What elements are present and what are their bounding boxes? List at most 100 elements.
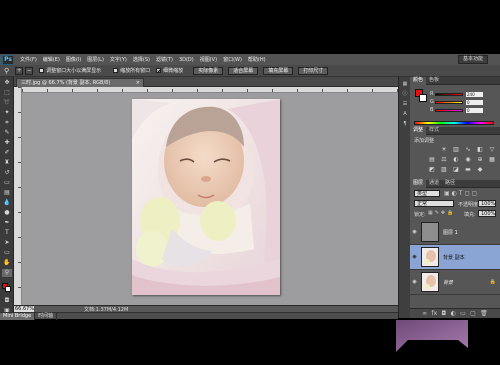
eye-icon[interactable]: ◉ xyxy=(410,254,419,260)
dodge-tool-icon[interactable]: ● xyxy=(2,209,12,217)
marquee-tool-icon[interactable]: ⬚ xyxy=(2,89,12,97)
lock-icons[interactable]: ▦✎✥🔒 xyxy=(428,210,455,216)
type-tool-icon[interactable]: T xyxy=(2,229,12,237)
exposure-icon[interactable]: ◧ xyxy=(476,146,484,153)
menu-image[interactable]: 图像(I) xyxy=(66,56,81,63)
photo-filter-icon[interactable]: ◉ xyxy=(464,156,472,163)
link-icon[interactable]: ∞ xyxy=(422,310,427,317)
red-slider[interactable]: R 240 xyxy=(430,91,500,97)
posterize-icon[interactable]: ▨ xyxy=(440,166,448,173)
mask-icon[interactable]: ◘ xyxy=(441,310,446,317)
menu-layer[interactable]: 图层(L) xyxy=(87,56,104,63)
blend-mode-select[interactable]: 正常 xyxy=(414,200,454,207)
layer-kind-filter[interactable]: 类型 xyxy=(414,190,440,197)
tab-adjustments[interactable]: 调整 xyxy=(410,127,427,135)
vibrance-icon[interactable]: ▽ xyxy=(488,146,496,153)
move-tool-icon[interactable]: ✥ xyxy=(2,79,12,87)
bg-color-chip[interactable] xyxy=(419,94,427,102)
info-icon[interactable]: ⓘ xyxy=(401,91,409,98)
color-balance-icon[interactable]: ⚖ xyxy=(440,156,448,163)
document-photo[interactable] xyxy=(132,99,280,295)
channel-mixer-icon[interactable]: ⊕ xyxy=(476,156,484,163)
slider-track[interactable] xyxy=(435,100,463,104)
shape-tool-icon[interactable]: ▭ xyxy=(2,249,12,257)
tab-timeline[interactable]: 时间轴 xyxy=(35,313,58,320)
close-icon[interactable]: × xyxy=(136,79,140,87)
menu-file[interactable]: 文件(F) xyxy=(20,56,37,63)
pen-tool-icon[interactable]: ✒ xyxy=(2,219,12,227)
black-white-icon[interactable]: ◐ xyxy=(452,156,460,163)
color-spectrum-bar[interactable] xyxy=(414,121,494,125)
eye-icon[interactable]: ◉ xyxy=(410,279,419,285)
quick-mask-icon[interactable]: ◘ xyxy=(2,297,12,305)
slider-value[interactable]: 0 xyxy=(466,107,483,113)
gradient-map-icon[interactable]: ▬ xyxy=(464,166,472,173)
tab-layers[interactable]: 图层 xyxy=(410,180,427,188)
zoom-tool-icon[interactable]: ⚲ xyxy=(2,269,12,277)
healing-tool-icon[interactable]: ✚ xyxy=(2,139,12,147)
menu-help[interactable]: 帮助(H) xyxy=(248,56,266,63)
clone-stamp-tool-icon[interactable]: ♜ xyxy=(2,159,12,167)
paragraph-icon[interactable]: ¶ xyxy=(401,121,409,128)
lasso-tool-icon[interactable]: ➰ xyxy=(2,99,12,107)
scrubby-zoom-checkbox[interactable]: 细微缩放 xyxy=(156,67,183,74)
zoom-tool-icon[interactable]: ⚲ xyxy=(4,67,9,75)
menu-window[interactable]: 窗口(W) xyxy=(223,56,242,63)
hand-tool-icon[interactable]: ✋ xyxy=(2,259,12,267)
gradient-tool-icon[interactable]: ▤ xyxy=(2,189,12,197)
resize-windows-checkbox[interactable]: 调整窗口大小以满屏显示 xyxy=(39,67,101,74)
magic-wand-tool-icon[interactable]: ✦ xyxy=(2,109,12,117)
blur-tool-icon[interactable]: 💧 xyxy=(2,199,12,207)
slider-value[interactable]: 0 xyxy=(466,99,483,105)
zoom-in-icon[interactable]: + xyxy=(15,66,24,75)
fill-field[interactable]: 100% xyxy=(478,210,496,217)
layer-row[interactable]: ◉ 背景 🔒 xyxy=(410,270,500,295)
background-color-swatch[interactable] xyxy=(5,286,11,292)
new-layer-icon[interactable]: ▢ xyxy=(470,310,476,317)
blue-slider[interactable]: B 0 xyxy=(430,107,500,113)
properties-icon[interactable]: ☰ xyxy=(401,101,409,108)
character-icon[interactable]: A xyxy=(401,111,409,118)
fx-icon[interactable]: fx xyxy=(431,310,437,317)
trash-icon[interactable]: 🗑 xyxy=(480,310,488,317)
menu-edit[interactable]: 编辑(E) xyxy=(43,56,60,63)
tab-paths[interactable]: 路径 xyxy=(442,180,458,188)
adjustment-layer-icon[interactable]: ◐ xyxy=(451,310,456,317)
menu-type[interactable]: 文字(Y) xyxy=(110,56,127,63)
hue-saturation-icon[interactable]: ▤ xyxy=(428,156,436,163)
tab-color[interactable]: 颜色 xyxy=(410,77,427,85)
opacity-field[interactable]: 100% xyxy=(478,200,496,207)
slider-value[interactable]: 240 xyxy=(466,91,483,97)
print-size-button[interactable]: 打印尺寸 xyxy=(298,66,329,75)
slider-track[interactable] xyxy=(435,92,463,96)
curves-icon[interactable]: ∿ xyxy=(464,146,472,153)
brightness-icon[interactable]: ☀ xyxy=(440,146,448,153)
levels-icon[interactable]: ▥ xyxy=(452,146,460,153)
color-lookup-icon[interactable]: ▦ xyxy=(488,156,496,163)
tab-swatches[interactable]: 色板 xyxy=(426,77,442,85)
layer-row-selected[interactable]: ◉ 背景 副本 xyxy=(410,245,500,270)
tab-channels[interactable]: 通道 xyxy=(426,180,442,188)
threshold-icon[interactable]: ◪ xyxy=(452,166,460,173)
fit-screen-button[interactable]: 适合屏幕 xyxy=(228,66,259,75)
menu-view[interactable]: 视图(V) xyxy=(200,56,217,63)
path-select-tool-icon[interactable]: ➤ xyxy=(2,239,12,247)
invert-icon[interactable]: ◩ xyxy=(428,166,436,173)
zoom-all-windows-checkbox[interactable]: 缩放所有窗口 xyxy=(113,67,150,74)
group-icon[interactable]: ▭ xyxy=(460,310,466,317)
layer-row[interactable]: ◉ 图层 1 xyxy=(410,220,500,245)
slider-track[interactable] xyxy=(435,108,463,112)
workspace-switcher[interactable]: 基本功能 xyxy=(457,55,488,64)
eyedropper-tool-icon[interactable]: ✎ xyxy=(2,129,12,137)
history-icon[interactable]: ▦ xyxy=(401,81,409,88)
menu-select[interactable]: 选择(S) xyxy=(133,56,150,63)
tab-mini-bridge[interactable]: Mini Bridge xyxy=(0,313,36,320)
eraser-tool-icon[interactable]: ▭ xyxy=(2,179,12,187)
zoom-out-icon[interactable]: − xyxy=(25,66,34,75)
crop-tool-icon[interactable]: ⌗ xyxy=(2,119,12,127)
actual-pixels-button[interactable]: 实际像素 xyxy=(193,66,224,75)
tab-styles[interactable]: 样式 xyxy=(426,127,442,135)
menu-3d[interactable]: 3D(D) xyxy=(179,57,194,63)
fill-screen-button[interactable]: 填充屏幕 xyxy=(263,66,294,75)
selective-color-icon[interactable]: ◆ xyxy=(476,166,484,173)
